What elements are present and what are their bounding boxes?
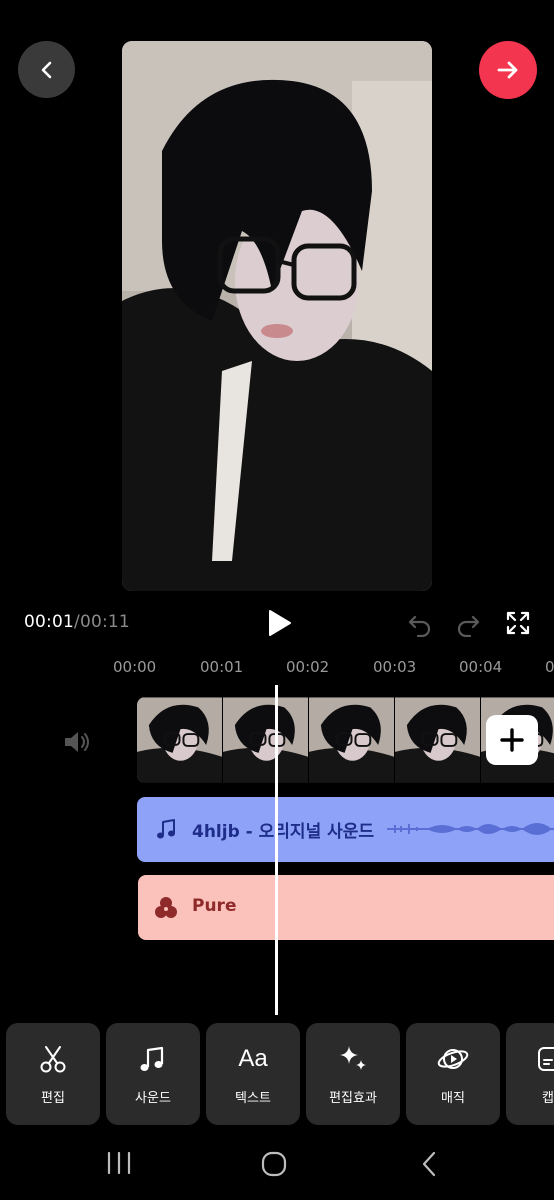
tool-label: 편집효과 — [329, 1091, 377, 1106]
home-icon[interactable] — [261, 1151, 287, 1177]
tool-sound[interactable]: 사운드 — [106, 1023, 200, 1125]
fullscreen-icon — [506, 611, 530, 635]
timeline-ruler[interactable]: 00:00 00:01 00:02 00:03 00:04 0 — [0, 658, 554, 682]
text-aa-glyph: Aa — [238, 1045, 268, 1072]
sound-track-label: 4hljb - 오리지널 사운드 — [192, 822, 375, 842]
filter-track[interactable]: Pure — [138, 875, 554, 940]
back-button[interactable] — [18, 41, 75, 98]
tool-label: 매직 — [441, 1091, 465, 1106]
ruler-tick: 00:00 — [113, 658, 157, 676]
music-note-icon — [137, 1043, 169, 1075]
music-note-icon — [157, 819, 175, 839]
total-time: 00:11 — [79, 612, 130, 632]
magic-planet-icon — [437, 1043, 469, 1075]
playhead[interactable] — [275, 685, 278, 1015]
tool-label: 텍스트 — [235, 1091, 271, 1106]
tool-effects[interactable]: 편집효과 — [306, 1023, 400, 1125]
speaker-icon — [65, 732, 89, 752]
video-preview[interactable] — [122, 41, 432, 591]
sparkles-icon — [337, 1043, 369, 1075]
current-time: 00:01 — [24, 612, 74, 632]
tool-magic[interactable]: 매직 — [406, 1023, 500, 1125]
fullscreen-button[interactable] — [505, 610, 531, 636]
redo-icon — [457, 615, 480, 638]
audio-waveform — [387, 823, 554, 835]
tool-text[interactable]: Aa 텍스트 — [206, 1023, 300, 1125]
undo-icon — [408, 615, 431, 638]
tool-label: 캡 — [542, 1091, 554, 1106]
redo-button[interactable] — [455, 611, 481, 638]
text-aa-icon: Aa — [237, 1043, 269, 1075]
ruler-tick: 00:04 — [459, 658, 503, 676]
sound-track[interactable]: 4hljb - 오리지널 사운드 — [137, 797, 554, 862]
tool-caption[interactable]: 캡 — [506, 1023, 554, 1125]
video-thumbnail — [137, 697, 223, 783]
add-clip-button[interactable] — [486, 715, 538, 765]
tool-label: 사운드 — [135, 1091, 171, 1106]
play-button[interactable] — [264, 608, 294, 638]
undo-button[interactable] — [407, 611, 433, 638]
next-button[interactable] — [479, 41, 537, 99]
arrow-right-icon — [497, 61, 518, 79]
back-nav-icon[interactable] — [420, 1151, 438, 1177]
ruler-tick: 00:02 — [286, 658, 330, 676]
bottom-toolbar: 편집 사운드 Aa 텍스트 편집효과 매직 캡 — [0, 1023, 554, 1125]
ruler-tick: 00:03 — [373, 658, 417, 676]
scissors-icon — [37, 1043, 69, 1075]
chevron-left-icon — [41, 61, 51, 78]
filter-icon — [155, 897, 177, 918]
recents-icon[interactable] — [106, 1152, 132, 1174]
time-readout: 00:01/00:11 — [24, 612, 130, 632]
video-thumbnail — [395, 697, 481, 783]
volume-button[interactable] — [62, 728, 92, 756]
video-thumbnail — [309, 697, 395, 783]
video-thumbnail — [223, 697, 309, 783]
caption-icon — [536, 1043, 554, 1075]
plus-icon — [500, 728, 524, 752]
video-frame-image — [122, 41, 432, 591]
tool-label: 편집 — [41, 1091, 65, 1106]
ruler-tick: 0 — [545, 658, 554, 676]
play-icon — [269, 610, 291, 636]
system-nav-bar — [0, 1140, 554, 1200]
ruler-tick: 00:01 — [200, 658, 244, 676]
filter-track-label: Pure — [192, 896, 237, 916]
tool-edit[interactable]: 편집 — [6, 1023, 100, 1125]
